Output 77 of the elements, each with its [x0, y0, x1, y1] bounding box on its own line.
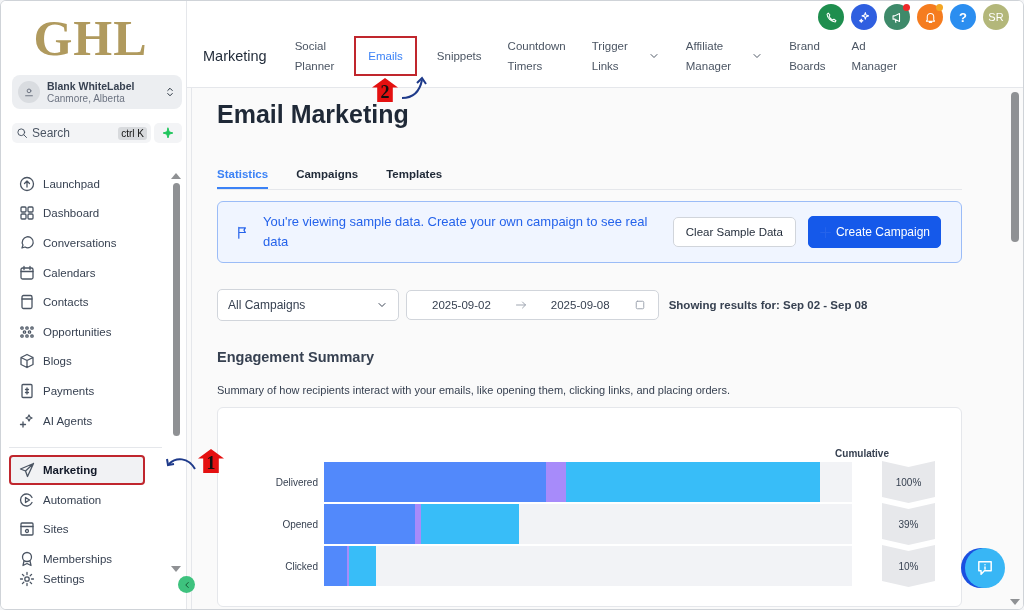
search-field[interactable]: Search ctrl K [12, 123, 151, 143]
nav-tab[interactable]: Affiliate Manager [679, 34, 770, 78]
sidebar-item[interactable]: AI Agents [9, 405, 145, 436]
cumulative-value: 39% [882, 503, 935, 545]
sparkle-button[interactable] [851, 4, 877, 30]
scrollbar[interactable] [171, 173, 181, 572]
sidebar-item[interactable]: Dashboard [9, 198, 145, 229]
account-location: Canmore, Alberta [47, 93, 126, 104]
cumulative-value: 10% [882, 545, 935, 587]
nav-tab[interactable]: Trigger Links [585, 34, 666, 78]
grid-icon [19, 205, 35, 222]
notification-dot [936, 4, 943, 11]
calendar-icon [19, 264, 35, 281]
section-title: Marketing [203, 48, 267, 64]
paper-plane-icon [19, 462, 35, 479]
sidebar-item[interactable]: Automation [9, 484, 145, 515]
sparkle-icon [162, 127, 174, 139]
sidebar-item[interactable]: Marketing [9, 455, 145, 485]
section-description: Summary of how recipients interact with your emails, like opening them, clicking links, and placing orders. [217, 384, 731, 396]
phone-icon [824, 10, 838, 24]
tab[interactable]: Statistics [217, 167, 269, 189]
sidebar-item[interactable]: Payments [9, 376, 145, 406]
nav-tab[interactable]: Brand Boards [783, 34, 832, 78]
account-switcher[interactable]: Blank WhiteLabel Canmore, Alberta [12, 75, 182, 109]
feedback-button[interactable] [965, 548, 1005, 588]
row-label: Opened [281, 518, 319, 530]
nav-tab[interactable]: Ad Manager [845, 34, 903, 78]
megaphone-button[interactable] [884, 4, 910, 30]
gear-icon [19, 570, 35, 587]
shortcut-key: ctrl K [118, 126, 147, 140]
sparkle-icon [857, 10, 871, 24]
chat-bubble-icon [19, 235, 35, 251]
row-label: Clicked [284, 560, 319, 572]
info-bubble-icon [976, 559, 994, 577]
row-label: Delivered [274, 476, 319, 488]
sidebar-item[interactable]: Opportunities [9, 316, 145, 347]
column-heading: Cumulative [835, 448, 889, 459]
bell-button[interactable] [917, 4, 943, 30]
notification-dot [903, 4, 910, 11]
bell-icon [923, 10, 937, 24]
campaign-select[interactable]: All Campaigns [217, 289, 399, 321]
nav-tab[interactable]: Snippets [430, 44, 488, 68]
page-title: Email Marketing [217, 100, 410, 129]
contact-card-icon [19, 294, 35, 311]
sidebar-item[interactable]: Conversations [9, 228, 145, 258]
sidebar-item[interactable]: Launchpad [9, 169, 145, 199]
logo: GHL [32, 9, 149, 68]
nav-tab[interactable]: Countdown Timers [501, 34, 572, 78]
search-icon [16, 127, 28, 139]
sidebar-item[interactable]: Calendars [9, 257, 145, 288]
cube-icon [19, 353, 35, 370]
arrow-right-icon [514, 299, 527, 311]
sidebar-item[interactable]: Sites [9, 514, 145, 545]
section-heading: Engagement Summary [217, 349, 376, 365]
account-name: Blank WhiteLabel [47, 80, 136, 92]
tab[interactable]: Templates [386, 167, 443, 189]
receipt-icon [19, 382, 35, 399]
play-circle-icon [19, 491, 35, 508]
dots-icon [19, 323, 35, 340]
checkbox-icon [633, 299, 646, 311]
chevron-up-down-icon [164, 86, 176, 98]
nav-tab[interactable]: Social Planner [288, 34, 341, 78]
ribbon-icon [19, 550, 35, 567]
sidebar-item[interactable]: Blogs [9, 346, 145, 377]
sparkle-button[interactable] [154, 123, 182, 143]
create-campaign-button[interactable]: Create Campaign [807, 216, 941, 248]
phone-button[interactable] [818, 4, 844, 30]
banner-message: You're viewing sample data. Create your own campaign to see real data [263, 213, 649, 251]
sidebar-item[interactable]: Contacts [9, 287, 145, 317]
clear-sample-data-button[interactable]: Clear Sample Data [672, 217, 796, 247]
tab[interactable]: Campaigns [296, 167, 359, 189]
results-range: Showing results for: Sep 02 - Sep 08 [668, 299, 868, 311]
date-range-field[interactable]: 2025-09-02 2025-09-08 [406, 290, 659, 320]
browser-window-icon [19, 521, 35, 538]
cumulative-value: 100% [882, 461, 935, 503]
sparkles-icon [19, 412, 35, 429]
nav-tab[interactable]: Emails [354, 36, 417, 76]
